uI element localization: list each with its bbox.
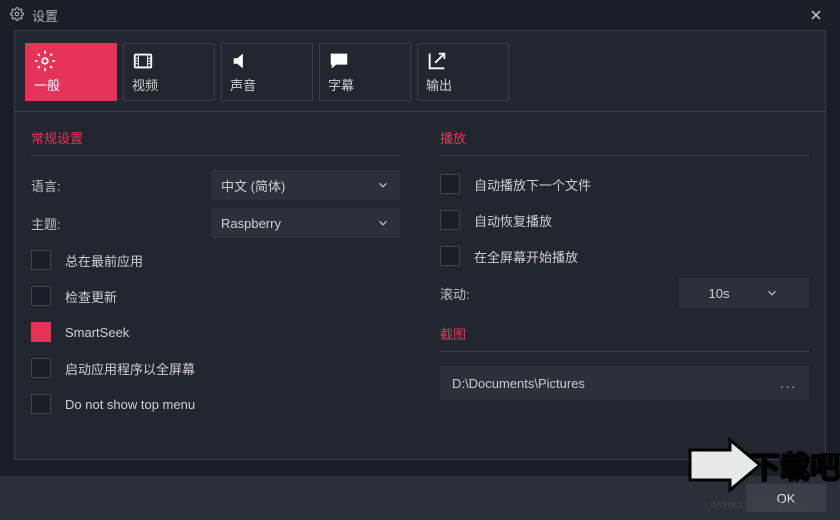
checkbox[interactable] — [31, 250, 51, 270]
tab-audio[interactable]: 声音 — [221, 43, 313, 101]
checkbox-row: SmartSeek — [31, 318, 400, 346]
export-icon — [426, 50, 448, 75]
language-label: 语言: — [31, 176, 211, 195]
checkbox-label: 自动恢复播放 — [474, 211, 552, 230]
checkbox-label: 在全屏幕开始播放 — [474, 247, 578, 266]
checkbox-label: 自动播放下一个文件 — [474, 175, 591, 194]
checkbox-row: 启动应用程序以全屏幕 — [31, 354, 400, 382]
section-playback: 播放 — [440, 122, 809, 156]
checkbox-label: SmartSeek — [65, 325, 129, 340]
checkbox-row: 总在最前应用 — [31, 246, 400, 274]
checkbox[interactable] — [440, 246, 460, 266]
checkbox-label: Do not show top menu — [65, 397, 195, 412]
window-title: 设置 — [32, 6, 58, 25]
checkbox-row: 自动恢复播放 — [440, 206, 809, 234]
speaker-icon — [230, 50, 252, 75]
section-screenshot: 截图 — [440, 318, 809, 352]
checkbox-label: 启动应用程序以全屏幕 — [65, 359, 195, 378]
tab-video[interactable]: 视频 — [123, 43, 215, 101]
language-value: 中文 (简体) — [221, 176, 285, 195]
bottom-bar: OK — [0, 476, 840, 520]
ok-label: OK — [777, 491, 796, 506]
checkbox[interactable] — [440, 174, 460, 194]
browse-button[interactable]: ... — [780, 376, 797, 391]
checkbox[interactable] — [440, 210, 460, 230]
tab-label: 一般 — [34, 75, 108, 94]
tab-general[interactable]: 一般 — [25, 43, 117, 101]
chevron-down-icon — [765, 286, 779, 300]
screenshot-path-field[interactable]: D:\Documents\Pictures ... — [440, 366, 809, 400]
checkbox-row: 检查更新 — [31, 282, 400, 310]
checkbox-row: 自动播放下一个文件 — [440, 170, 809, 198]
checkbox[interactable] — [31, 358, 51, 378]
checkbox-label: 总在最前应用 — [65, 251, 143, 270]
scroll-value: 10s — [709, 286, 730, 301]
checkbox-label: 检查更新 — [65, 287, 117, 306]
gear-icon — [10, 7, 24, 24]
settings-panel: 一般 视频 声音 字幕 输出 常规设置 — [14, 30, 826, 460]
tab-label: 视频 — [132, 75, 206, 94]
tab-label: 输出 — [426, 75, 500, 94]
theme-label: 主题: — [31, 214, 211, 233]
tab-subtitle[interactable]: 字幕 — [319, 43, 411, 101]
gear-icon — [34, 50, 56, 75]
chevron-down-icon — [376, 178, 390, 192]
checkbox[interactable] — [31, 322, 51, 342]
checkbox-row: Do not show top menu — [31, 390, 400, 418]
chevron-down-icon — [376, 216, 390, 230]
ok-button[interactable]: OK — [746, 484, 826, 512]
tab-label: 声音 — [230, 75, 304, 94]
screenshot-path: D:\Documents\Pictures — [452, 376, 585, 391]
theme-select[interactable]: Raspberry — [211, 208, 400, 238]
film-icon — [132, 50, 154, 75]
scroll-label: 滚动: — [440, 284, 500, 303]
titlebar: 设置 — [0, 0, 840, 30]
tabs: 一般 视频 声音 字幕 输出 — [15, 31, 825, 112]
tab-output[interactable]: 输出 — [417, 43, 509, 101]
close-button[interactable] — [802, 4, 830, 26]
language-select[interactable]: 中文 (简体) — [211, 170, 400, 200]
speech-icon — [328, 50, 350, 75]
checkbox[interactable] — [31, 286, 51, 306]
scroll-select[interactable]: 10s — [679, 278, 809, 308]
checkbox-row: 在全屏幕开始播放 — [440, 242, 809, 270]
section-general: 常规设置 — [31, 122, 400, 156]
theme-value: Raspberry — [221, 216, 281, 231]
checkbox[interactable] — [31, 394, 51, 414]
tab-label: 字幕 — [328, 75, 402, 94]
